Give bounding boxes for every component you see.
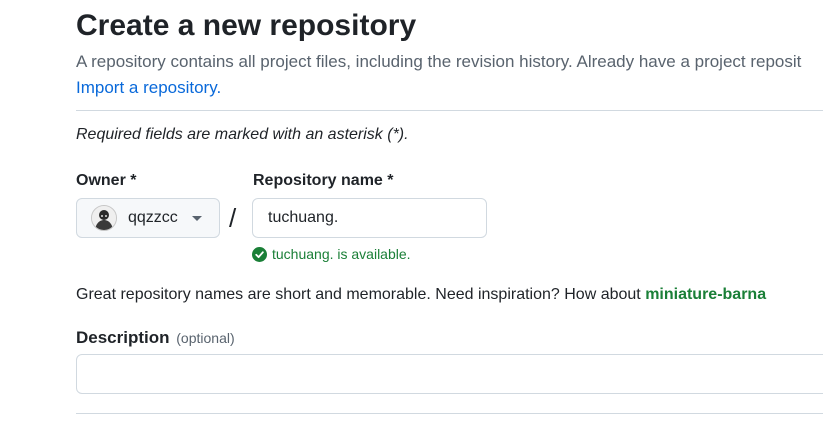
new-repository-page: Create a new repository A repository con… [0, 0, 823, 427]
description-label-text: Description [76, 328, 170, 347]
owner-dropdown-button[interactable]: qqzzcc [76, 198, 220, 238]
owner-name: qqzzcc [128, 209, 178, 226]
name-inspiration: Great repository names are short and mem… [76, 284, 766, 306]
description-input[interactable] [76, 354, 823, 394]
required-fields-note: Required fields are marked with an aster… [76, 126, 409, 143]
inspiration-text: Great repository names are short and mem… [76, 286, 641, 303]
repository-name-input[interactable] [252, 198, 487, 238]
description-divider [76, 413, 823, 414]
page-title: Create a new repository [76, 9, 417, 42]
repository-name-label: Repository name * [253, 172, 394, 189]
availability-message: tuchuang. is available. [252, 244, 411, 264]
avatar-image [92, 206, 116, 230]
owner-repo-separator: / [229, 203, 237, 233]
optional-hint: (optional) [176, 330, 235, 346]
header-divider [76, 110, 823, 111]
availability-text: tuchuang. is available. [272, 246, 411, 262]
import-repository-link[interactable]: Import a repository. [76, 76, 221, 100]
caret-down-icon [191, 215, 202, 221]
owner-avatar [91, 205, 117, 231]
check-circle-icon [252, 246, 267, 262]
description-label: Description (optional) [76, 326, 235, 350]
owner-label: Owner * [76, 172, 137, 189]
suggested-name-link[interactable]: miniature-barna [645, 286, 766, 303]
page-subtitle: A repository contains all project files,… [76, 52, 802, 71]
